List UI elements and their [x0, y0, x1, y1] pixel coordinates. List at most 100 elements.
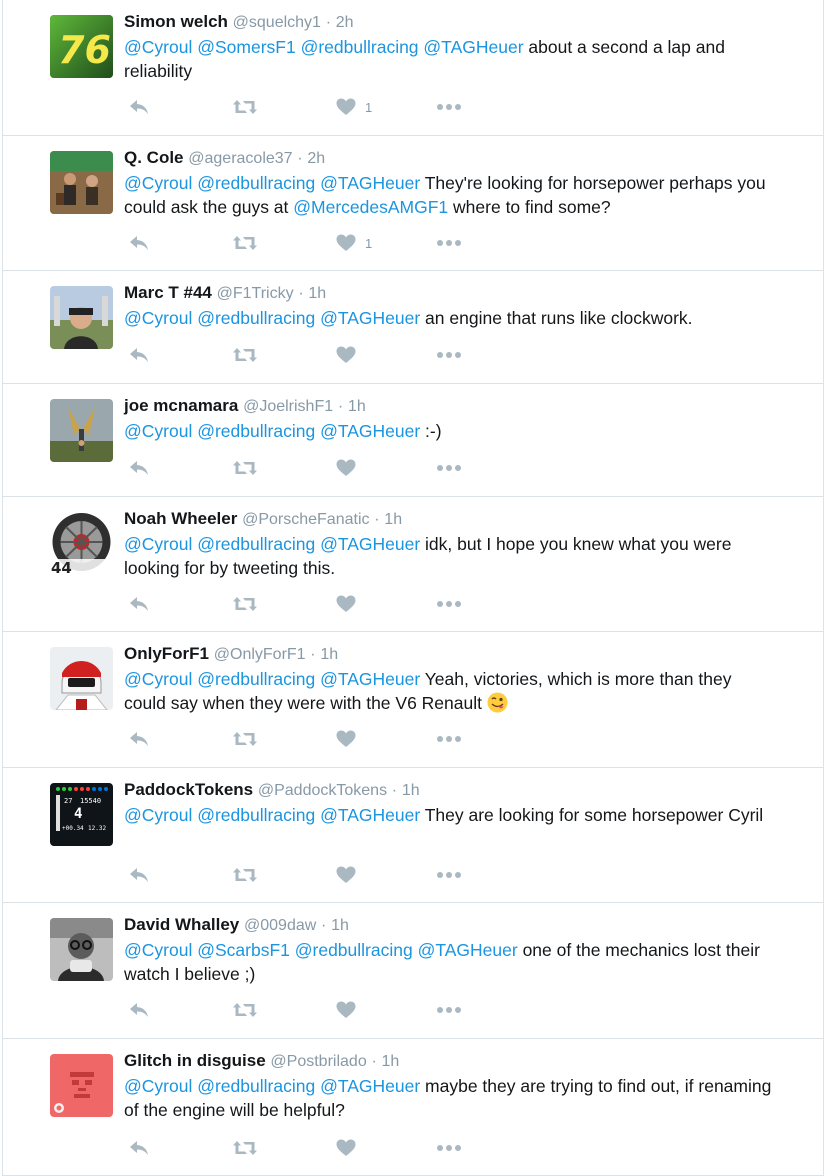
- timestamp[interactable]: 1h: [348, 398, 366, 415]
- more-button[interactable]: [436, 862, 462, 888]
- like-button[interactable]: [336, 1135, 356, 1161]
- mention-link[interactable]: @Cyroul: [124, 37, 192, 57]
- more-button[interactable]: [436, 342, 462, 368]
- mention-link[interactable]: @SomersF1: [197, 37, 295, 57]
- avatar[interactable]: [50, 151, 113, 214]
- like-button[interactable]: [336, 726, 356, 752]
- mention-link[interactable]: @redbullracing: [197, 805, 315, 825]
- reply-button[interactable]: [128, 997, 150, 1023]
- tweet[interactable]: 76 Simon welch @squelchy1 · 2h @Cyroul @…: [3, 0, 823, 136]
- mention-link[interactable]: @redbullracing: [197, 534, 315, 554]
- retweet-button[interactable]: [232, 230, 258, 256]
- retweet-button[interactable]: [232, 997, 258, 1023]
- author-handle[interactable]: @F1Tricky: [217, 285, 294, 302]
- mention-link[interactable]: @TAGHeuer: [320, 1076, 420, 1096]
- tweet[interactable]: David Whalley @009daw · 1h @Cyroul @Scar…: [3, 903, 823, 1039]
- mention-link[interactable]: @redbullracing: [301, 37, 419, 57]
- like-button[interactable]: 1: [336, 94, 372, 120]
- tweet[interactable]: joe mcnamara @JoelrishF1 · 1h @Cyroul @r…: [3, 384, 823, 497]
- reply-button[interactable]: [128, 1135, 150, 1161]
- like-button[interactable]: [336, 591, 356, 617]
- author-handle[interactable]: @OnlyForF1: [214, 646, 306, 663]
- retweet-button[interactable]: [232, 591, 258, 617]
- more-button[interactable]: [436, 94, 462, 120]
- tweet[interactable]: Glitch in disguise @Postbrilado · 1h @Cy…: [3, 1039, 823, 1176]
- mention-link[interactable]: @TAGHeuer: [320, 805, 420, 825]
- retweet-button[interactable]: [232, 862, 258, 888]
- author-name[interactable]: Simon welch: [124, 12, 228, 31]
- more-button[interactable]: [436, 591, 462, 617]
- mention-link[interactable]: @TAGHeuer: [320, 669, 420, 689]
- timestamp[interactable]: 1h: [320, 646, 338, 663]
- more-button[interactable]: [436, 455, 462, 481]
- mention-link[interactable]: @Cyroul: [124, 421, 192, 441]
- like-button[interactable]: [336, 997, 356, 1023]
- like-button[interactable]: [336, 455, 356, 481]
- retweet-button[interactable]: [232, 726, 258, 752]
- avatar[interactable]: [50, 286, 113, 349]
- author-handle[interactable]: @ageracole37: [188, 150, 292, 167]
- mention-link[interactable]: @Cyroul: [124, 1076, 192, 1096]
- avatar[interactable]: 44: [50, 512, 113, 575]
- avatar[interactable]: 76: [50, 15, 113, 78]
- mention-link[interactable]: @Cyroul: [124, 669, 192, 689]
- tweet[interactable]: 27 15540 4 +00.34 12.32 PaddockTokens @P…: [3, 768, 823, 903]
- reply-button[interactable]: [128, 726, 150, 752]
- mention-link[interactable]: @redbullracing: [197, 669, 315, 689]
- mention-link[interactable]: @redbullracing: [197, 1076, 315, 1096]
- avatar[interactable]: [50, 918, 113, 981]
- mention-link[interactable]: @Cyroul: [124, 940, 192, 960]
- tweet[interactable]: Q. Cole @ageracole37 · 2h @Cyroul @redbu…: [3, 136, 823, 271]
- reply-button[interactable]: [128, 230, 150, 256]
- author-name[interactable]: Q. Cole: [124, 148, 184, 167]
- avatar[interactable]: [50, 399, 113, 462]
- author-handle[interactable]: @Postbrilado: [270, 1053, 366, 1070]
- author-name[interactable]: PaddockTokens: [124, 780, 253, 799]
- mention-link[interactable]: @redbullracing: [197, 173, 315, 193]
- mention-link[interactable]: @TAGHeuer: [320, 534, 420, 554]
- timestamp[interactable]: 1h: [384, 511, 402, 528]
- author-name[interactable]: Glitch in disguise: [124, 1051, 266, 1070]
- timestamp[interactable]: 1h: [382, 1053, 400, 1070]
- retweet-button[interactable]: [232, 94, 258, 120]
- avatar[interactable]: 27 15540 4 +00.34 12.32: [50, 783, 113, 846]
- reply-button[interactable]: [128, 342, 150, 368]
- mention-link[interactable]: @TAGHeuer: [320, 308, 420, 328]
- author-name[interactable]: Marc T #44: [124, 283, 212, 302]
- timestamp[interactable]: 1h: [331, 917, 349, 934]
- mention-link[interactable]: @Cyroul: [124, 534, 192, 554]
- mention-link[interactable]: @TAGHeuer: [320, 173, 420, 193]
- author-handle[interactable]: @009daw: [244, 917, 316, 934]
- mention-link[interactable]: @Cyroul: [124, 173, 192, 193]
- retweet-button[interactable]: [232, 342, 258, 368]
- like-button[interactable]: 1: [336, 230, 372, 256]
- author-handle[interactable]: @PorscheFanatic: [242, 511, 369, 528]
- more-button[interactable]: [436, 1135, 462, 1161]
- author-name[interactable]: joe mcnamara: [124, 396, 238, 415]
- more-button[interactable]: [436, 230, 462, 256]
- mention-link[interactable]: @Cyroul: [124, 805, 192, 825]
- timestamp[interactable]: 1h: [402, 782, 420, 799]
- more-button[interactable]: [436, 726, 462, 752]
- tweet[interactable]: 44 Noah Wheeler @PorscheFanatic · 1h @Cy…: [3, 497, 823, 632]
- retweet-button[interactable]: [232, 1135, 258, 1161]
- author-handle[interactable]: @PaddockTokens: [258, 782, 387, 799]
- mention-link[interactable]: @redbullracing: [295, 940, 413, 960]
- author-name[interactable]: Noah Wheeler: [124, 509, 237, 528]
- mention-link[interactable]: @ScarbsF1: [197, 940, 290, 960]
- retweet-button[interactable]: [232, 455, 258, 481]
- avatar[interactable]: [50, 647, 113, 710]
- timestamp[interactable]: 1h: [308, 285, 326, 302]
- mention-link[interactable]: @TAGHeuer: [418, 940, 518, 960]
- mention-link[interactable]: @TAGHeuer: [423, 37, 523, 57]
- tweet[interactable]: Marc T #44 @F1Tricky · 1h @Cyroul @redbu…: [3, 271, 823, 384]
- like-button[interactable]: [336, 862, 356, 888]
- mention-link[interactable]: @redbullracing: [197, 308, 315, 328]
- like-button[interactable]: [336, 342, 356, 368]
- mention-link[interactable]: @redbullracing: [197, 421, 315, 441]
- mention-link[interactable]: @TAGHeuer: [320, 421, 420, 441]
- reply-button[interactable]: [128, 94, 150, 120]
- timestamp[interactable]: 2h: [307, 150, 325, 167]
- mention-link[interactable]: @MercedesAMGF1: [293, 197, 448, 217]
- tweet[interactable]: OnlyForF1 @OnlyForF1 · 1h @Cyroul @redbu…: [3, 632, 823, 768]
